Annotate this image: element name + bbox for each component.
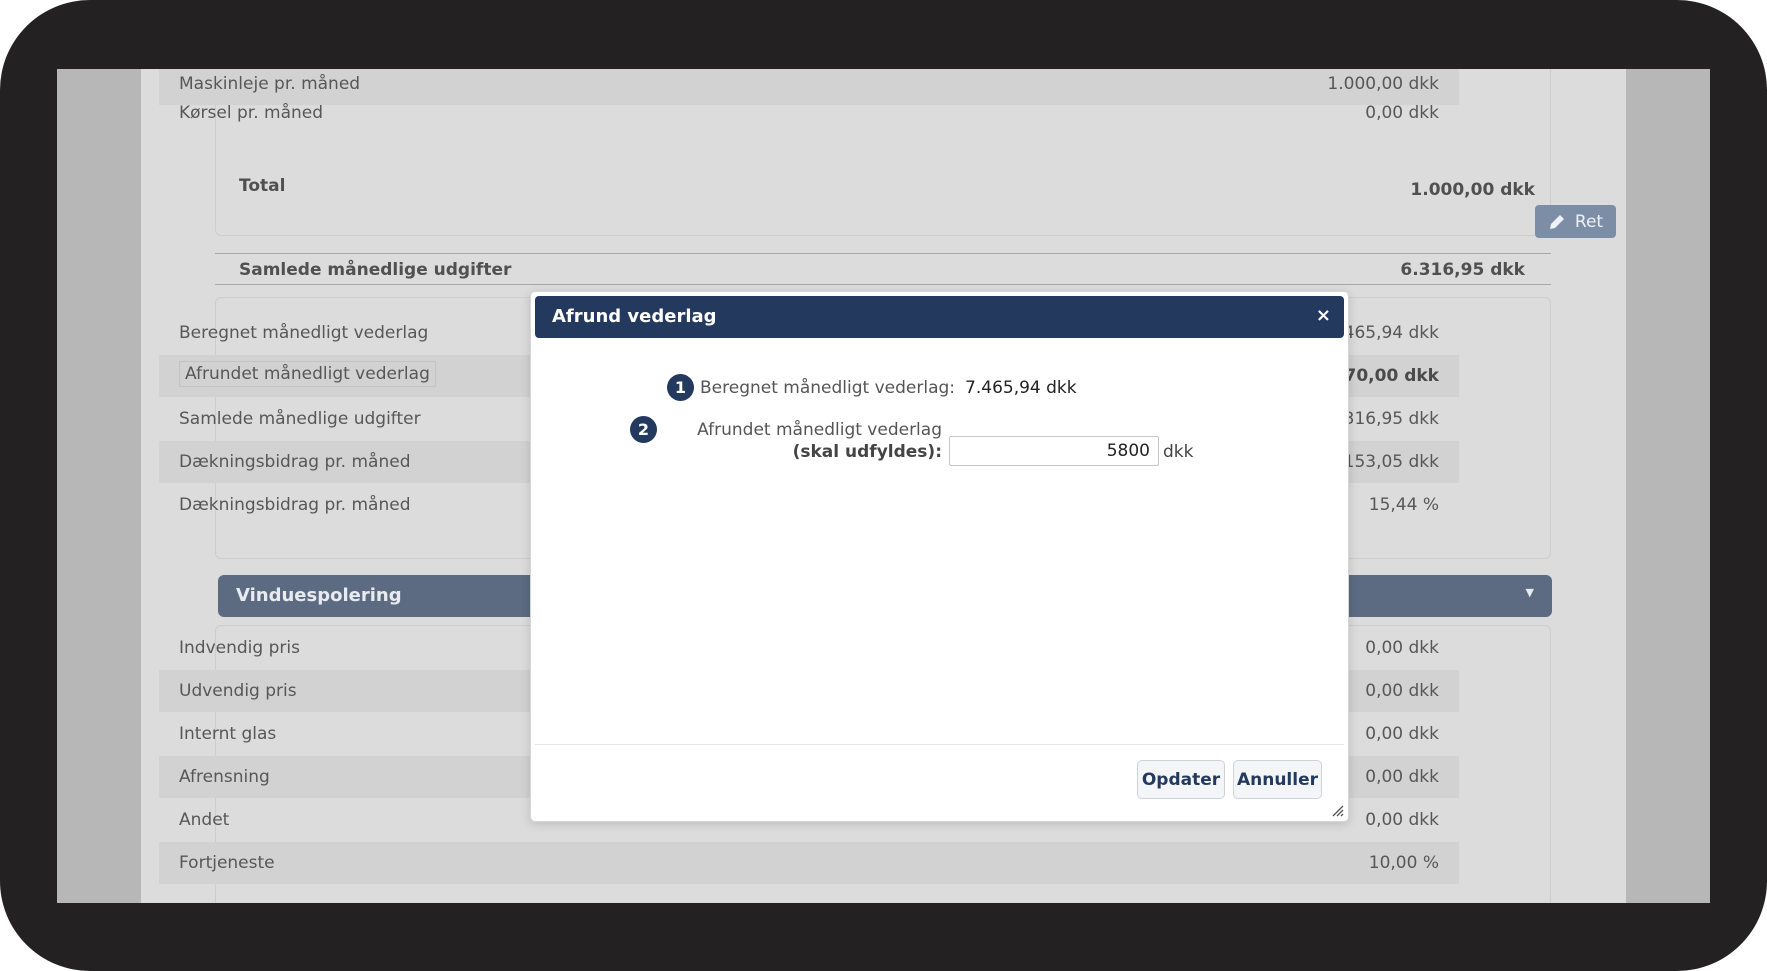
screen: Maskinleje pr. måned 1.000,00 dkk Kørsel… (57, 69, 1710, 903)
total-value: 1.000,00 dkk (1410, 180, 1535, 200)
row-label: Dækningsbidrag pr. måned (179, 452, 411, 472)
row-value: 0,00 dkk (1365, 767, 1439, 787)
round-fee-dialog: Afrund vederlag × 1 Beregnet månedligt v… (530, 291, 1349, 822)
row-value: 0,00 dkk (1365, 681, 1439, 701)
row-label: Afrundet månedligt vederlag (179, 361, 436, 387)
row-label: Udvendig pris (179, 681, 297, 701)
row-value: 10,00 % (1368, 853, 1439, 873)
summary-bar: Samlede månedlige udgifter 6.316,95 dkk (215, 253, 1551, 285)
row-label: Internt glas (179, 724, 277, 744)
edit-button-label: Ret (1574, 211, 1604, 232)
total-label: Total (239, 176, 286, 196)
caret-down-icon[interactable]: ▼ (1526, 586, 1534, 599)
row-value: 1.000,00 dkk (1327, 74, 1439, 94)
table-row: Fortjeneste 10,00 % (159, 842, 1459, 884)
device-frame: Maskinleje pr. måned 1.000,00 dkk Kørsel… (0, 0, 1767, 971)
rounded-fee-label: Afrundet månedligt vederlag (skal udfyld… (665, 419, 942, 463)
table-row: Kørsel pr. måned 0,00 dkk (159, 92, 1459, 134)
rounded-fee-input[interactable] (949, 436, 1159, 466)
step-badge-2: 2 (630, 416, 657, 443)
calculated-fee-field: 1 Beregnet månedligt vederlag: 7.465,94 … (667, 374, 1077, 401)
row-value: 0,00 dkk (1365, 724, 1439, 744)
row-value: 0,00 dkk (1365, 103, 1439, 123)
section-title: Vinduespolering (236, 585, 402, 606)
row-value: 15,44 % (1368, 495, 1439, 515)
dialog-title: Afrund vederlag (552, 306, 717, 327)
close-icon[interactable]: × (1316, 305, 1331, 326)
pencil-icon (1549, 214, 1564, 229)
row-label: Kørsel pr. måned (179, 103, 324, 123)
row-label: Beregnet månedligt vederlag (179, 323, 429, 343)
row-label: Samlede månedlige udgifter (179, 409, 421, 429)
summary-label: Samlede månedlige udgifter (239, 260, 512, 280)
calculated-fee-label: Beregnet månedligt vederlag: (700, 377, 956, 398)
resize-handle-icon[interactable] (1330, 803, 1344, 817)
row-value: 0,00 dkk (1365, 810, 1439, 830)
cancel-button[interactable]: Annuller (1233, 760, 1322, 799)
row-value: 0,00 dkk (1365, 638, 1439, 658)
row-label: Fortjeneste (179, 853, 275, 873)
required-hint: (skal udfyldes) (792, 442, 936, 462)
label-colon: : (935, 442, 942, 462)
row-label: Afrensning (179, 767, 270, 787)
row-label: Andet (179, 810, 230, 830)
rounded-fee-label-text: Afrundet månedligt vederlag (697, 420, 942, 440)
row-label: Indvendig pris (179, 638, 300, 658)
dialog-titlebar[interactable]: Afrund vederlag × (535, 296, 1344, 338)
update-button[interactable]: Opdater (1137, 760, 1225, 799)
summary-value: 6.316,95 dkk (1400, 260, 1525, 280)
row-label: Dækningsbidrag pr. måned (179, 495, 411, 515)
row-label: Maskinleje pr. måned (179, 74, 361, 94)
rounded-fee-unit: dkk (1163, 442, 1194, 462)
step-badge-1: 1 (667, 374, 694, 401)
calculated-fee-value: 7.465,94 dkk (965, 377, 1077, 398)
dialog-footer-divider (535, 744, 1344, 745)
edit-button[interactable]: Ret (1535, 205, 1616, 238)
